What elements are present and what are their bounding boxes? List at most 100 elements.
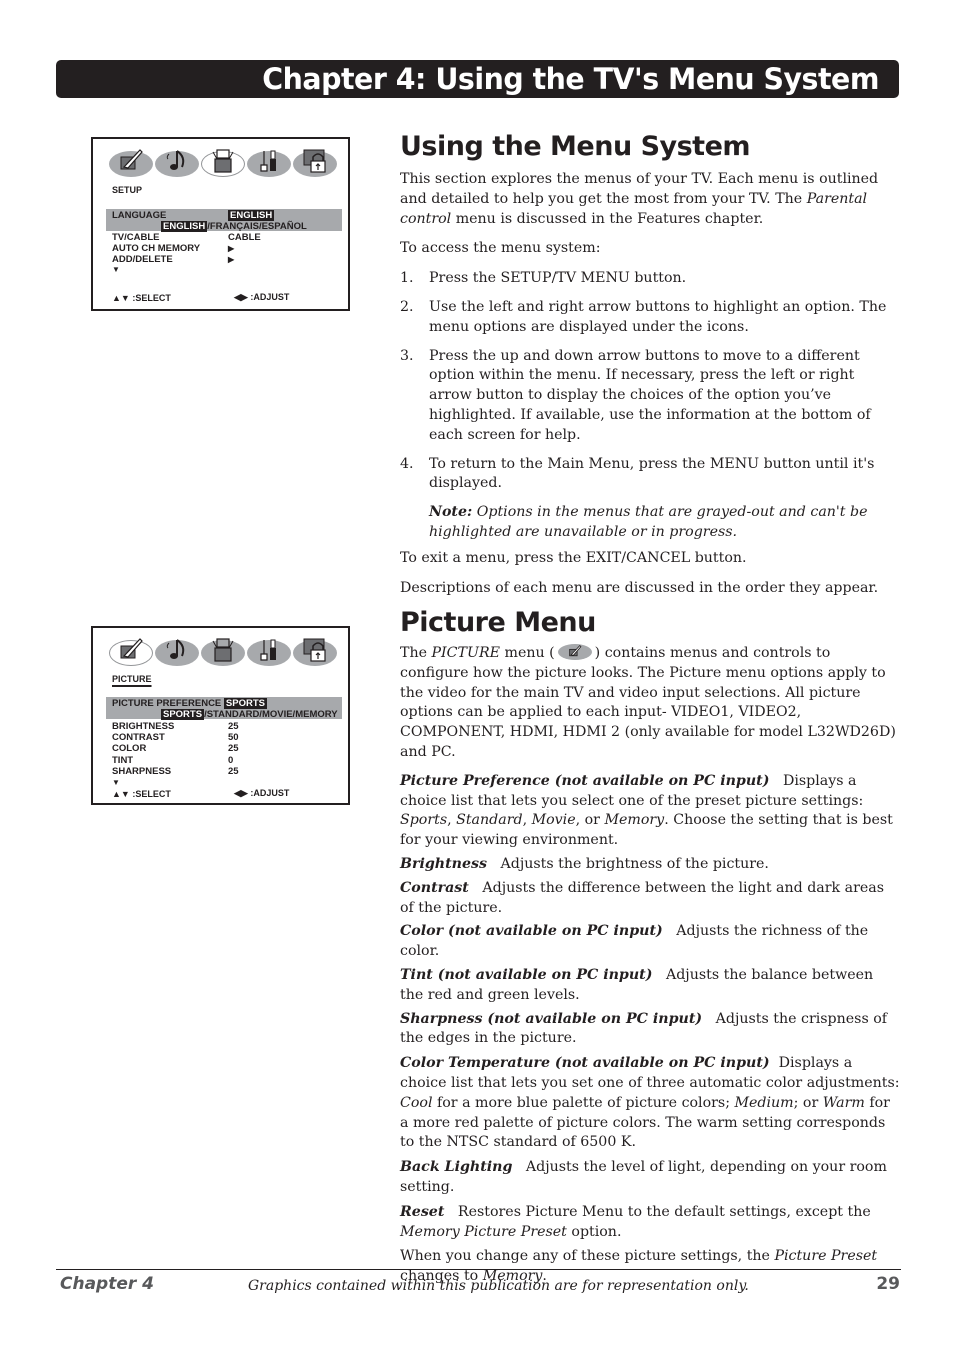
osd-row-label: BRIGHTNESS	[112, 721, 175, 732]
reset-item: Reset Restores Picture Menu to the defau…	[400, 1203, 900, 1243]
osd-row-value: ▶	[228, 244, 235, 253]
step-item: 1. Press the SETUP/TV MENU button.	[400, 269, 900, 289]
picture-preset-term: Picture Preset	[774, 1248, 878, 1265]
option-sports: Sports	[400, 812, 448, 829]
text: for a more blue palette of picture color…	[432, 1094, 735, 1111]
picture-icon	[109, 638, 153, 666]
picture-preference-item: Picture Preference (not available on PC …	[400, 772, 900, 851]
note-label: Note:	[429, 504, 473, 521]
osd-row-value: 50	[228, 732, 239, 743]
menu-icon-row	[109, 149, 337, 177]
step-item: 4. To return to the Main Menu, press the …	[400, 455, 900, 495]
text: Restores Picture Menu to the default set…	[444, 1203, 876, 1220]
select-hint: ▲▼ :SELECT	[112, 789, 171, 799]
osd-row-value: ▶	[228, 255, 235, 264]
osd-row-value: 0	[228, 755, 234, 766]
color-item: Color (not available on PC input) Adjust…	[400, 922, 900, 962]
intro-paragraph: This section explores the menus of your …	[400, 170, 900, 229]
picture-term: PICTURE	[431, 645, 500, 661]
footer-divider	[56, 1269, 901, 1270]
term-label: Brightness	[400, 855, 487, 872]
osd-row-value: 25	[228, 766, 239, 777]
option-movie: Movie	[531, 812, 576, 829]
step-number: 2.	[400, 298, 414, 315]
memory-picture-preset-term: Memory Picture Preset	[400, 1223, 567, 1240]
term-label: Back Lighting	[400, 1159, 513, 1176]
parental-lock-icon	[293, 149, 337, 177]
step-number: 1.	[400, 270, 414, 287]
term-description: Adjusts the brightness of the picture.	[486, 855, 769, 872]
sound-icon	[155, 639, 199, 666]
adjust-hint: ◀▶ :ADJUST	[234, 788, 290, 798]
text: ; or	[793, 1094, 823, 1111]
step-text: To return to the Main Menu, press the ME…	[429, 455, 875, 492]
contrast-item: Contrast Adjusts the difference between …	[400, 879, 900, 919]
osd-choice-selected: SPORTS	[161, 709, 205, 720]
term-label: Color (not available on PC input)	[400, 923, 663, 940]
step-item: 3. Press the up and down arrow buttons to…	[400, 347, 900, 446]
osd-current-value: ENGLISH	[228, 210, 275, 221]
sound-icon	[155, 150, 199, 177]
option-memory: Memory	[604, 812, 665, 829]
sharpness-item: Sharpness (not available on PC input) Ad…	[400, 1010, 900, 1050]
more-down-arrow-icon: ▼	[112, 265, 120, 274]
setup-icon	[201, 638, 245, 666]
footer-disclaimer: Graphics contained within this publicati…	[248, 1278, 749, 1294]
parental-lock-icon	[293, 638, 337, 666]
osd-row-label: CONTRAST	[112, 732, 165, 743]
setup-menu-screenshot: SETUP LANGUAGE ENGLISH ENGLISH/FRANÇAIS/…	[91, 137, 350, 311]
osd-option-label-text: PICTURE PREFERENCE	[112, 698, 222, 709]
picture-menu-screenshot: PICTURE PICTURE PREFERENCE SPORTS SPORTS…	[91, 626, 350, 805]
back-lighting-item: Back Lighting Adjusts the level of light…	[400, 1158, 900, 1198]
picture-heading: PICTURE	[112, 674, 152, 684]
step-text: Use the left and right arrow buttons to …	[429, 298, 887, 335]
access-paragraph: To access the menu system:	[400, 240, 601, 257]
page-number: 29	[876, 1274, 900, 1294]
text: The	[400, 645, 432, 661]
osd-row-value: 25	[228, 743, 239, 754]
order-paragraph: Descriptions of each menu are discussed …	[400, 579, 879, 596]
osd-row-label: TINT	[112, 755, 134, 766]
footer-chapter-label: Chapter 4	[60, 1274, 155, 1294]
osd-choice-list: ENGLISH/FRANÇAIS/ESPAÑOL	[161, 221, 307, 232]
osd-current-value: SPORTS	[223, 698, 267, 709]
text: menu is discussed in the Features chapte…	[451, 210, 764, 227]
term-description: Adjusts the difference between the light…	[400, 879, 889, 916]
menu-icon-row	[109, 638, 337, 666]
term-label: Sharpness (not available on PC input)	[400, 1010, 703, 1027]
setup-heading: SETUP	[112, 185, 143, 195]
note-paragraph: Note: Options in the menus that are gray…	[429, 503, 900, 543]
osd-option-label: PICTURE PREFERENCE SPORTS	[112, 698, 267, 709]
term-label: Tint (not available on PC input)	[400, 966, 653, 983]
section-using-menu-system: Using the Menu System This section explo…	[400, 132, 900, 598]
osd-option-value: ENGLISH	[228, 210, 275, 221]
section-picture-menu: Picture Menu The PICTURE menu () contain…	[400, 608, 900, 1287]
features-icon	[247, 150, 291, 177]
osd-choice-rest: /STANDARD/MOVIE/MEMORY	[204, 709, 338, 720]
osd-choice-list: SPORTS/STANDARD/MOVIE/MEMORY	[161, 709, 338, 720]
text: ,	[447, 812, 457, 829]
tint-item: Tint (not available on PC input) Adjusts…	[400, 966, 900, 1006]
osd-choice-selected: ENGLISH	[161, 221, 208, 232]
color-temperature-item: Color Temperature (not available on PC i…	[400, 1054, 900, 1153]
text: option.	[566, 1223, 622, 1240]
term-label: Color Temperature (not available on PC i…	[400, 1055, 770, 1072]
chapter-banner: Chapter 4: Using the TV's Menu System	[56, 60, 899, 98]
features-icon	[247, 639, 291, 666]
chapter-title: Chapter 4: Using the TV's Menu System	[262, 62, 879, 96]
section-title: Using the Menu System	[400, 131, 751, 162]
more-down-arrow-icon: ▼	[112, 778, 120, 787]
option-medium: Medium	[734, 1094, 794, 1111]
picture-icon	[109, 149, 153, 177]
option-cool: Cool	[400, 1094, 433, 1111]
step-text: Press the SETUP/TV MENU button.	[429, 270, 687, 287]
option-warm: Warm	[822, 1094, 865, 1111]
osd-option-label: LANGUAGE	[112, 210, 167, 221]
osd-row-label: ADD/DELETE	[112, 254, 173, 265]
step-number: 4.	[400, 455, 414, 472]
step-number: 3.	[400, 347, 414, 364]
osd-row-label: COLOR	[112, 743, 147, 754]
note-text: Options in the menus that are grayed-out…	[429, 504, 868, 540]
osd-row-label: SHARPNESS	[112, 766, 172, 777]
picture-menu-icon	[557, 644, 592, 660]
